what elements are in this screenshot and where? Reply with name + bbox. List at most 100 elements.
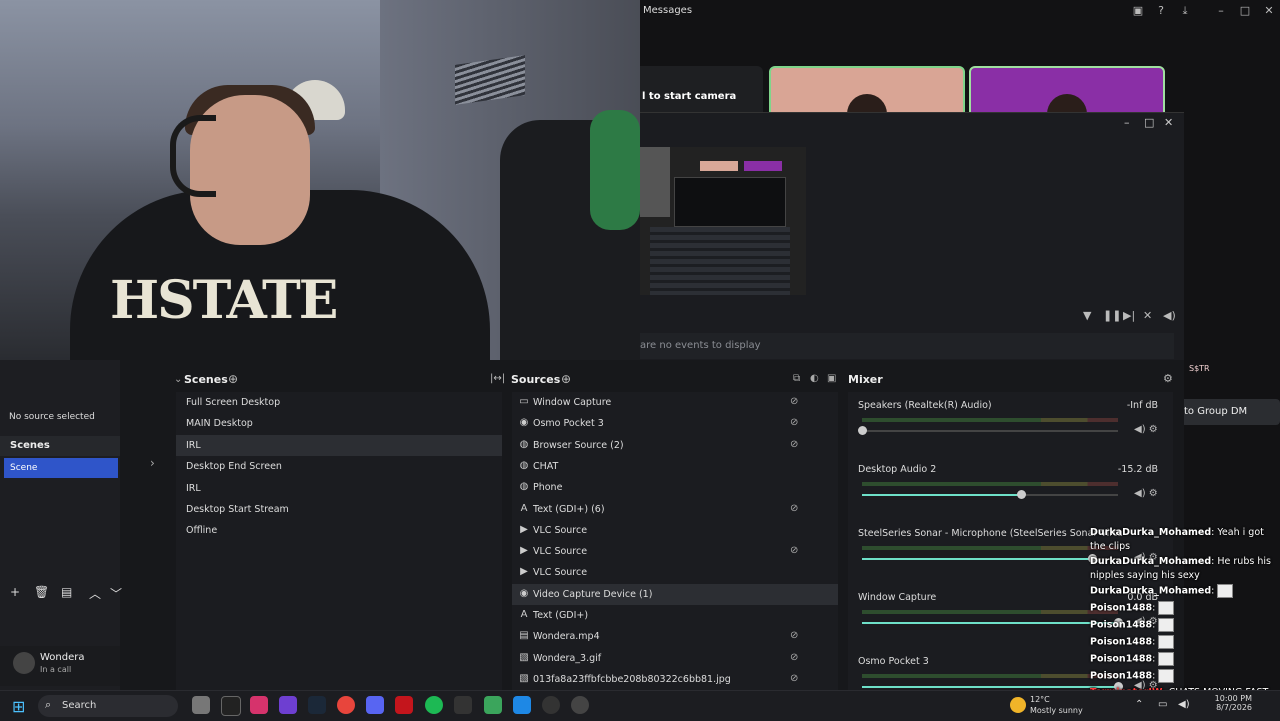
scene-item-label: Scene — [10, 463, 38, 473]
source-item[interactable]: ◍ CHAT — [512, 456, 838, 477]
source-item[interactable]: ▶ VLC Source — [512, 520, 838, 541]
pause-icon[interactable]: ❚❚ — [1103, 309, 1121, 322]
scene-item[interactable]: IRL — [176, 434, 502, 456]
scene-item[interactable]: Full Screen Desktop — [176, 392, 502, 413]
visibility-hidden-icon[interactable]: ⊘ — [790, 673, 798, 684]
obs-icon[interactable] — [571, 696, 589, 714]
folder-icon[interactable]: ▣ — [827, 373, 836, 384]
close-icon[interactable]: ✕ — [1262, 4, 1276, 18]
chrome-icon[interactable] — [337, 696, 355, 714]
discord-icon[interactable] — [366, 696, 384, 714]
volume-icon[interactable]: ◀) — [1163, 309, 1176, 322]
app-icon[interactable] — [454, 696, 472, 714]
scene-item[interactable]: IRL — [176, 478, 502, 499]
minimize-icon[interactable]: – — [1124, 116, 1130, 129]
filter-icon[interactable]: ▼ — [1083, 309, 1091, 322]
source-item[interactable]: ▧ 013fa8a23ffbfcbbe208b80322c6bb81.jpg ⊘ — [512, 669, 838, 690]
channel-controls[interactable]: ◀) ⚙ — [1134, 424, 1158, 435]
visibility-hidden-icon[interactable]: ⊘ — [790, 545, 798, 556]
collapse-icon[interactable]: ⌄ — [174, 374, 182, 385]
scene-item-selected[interactable]: Scene — [4, 458, 118, 478]
app-icon[interactable] — [395, 696, 413, 714]
preview-canvas[interactable] — [640, 147, 806, 295]
gear-icon[interactable]: ⚙ — [1163, 372, 1173, 385]
scene-item[interactable]: Offline — [176, 520, 502, 541]
globe-icon: ◍ — [519, 459, 529, 471]
scene-item[interactable]: MAIN Desktop — [176, 413, 502, 434]
windows-start-icon[interactable]: ⊞ — [12, 697, 25, 716]
source-item[interactable]: ◍ Browser Source (2) ⊘ — [512, 435, 838, 456]
app-icon[interactable] — [484, 696, 502, 714]
instagram-icon[interactable] — [250, 696, 268, 714]
steam-icon[interactable] — [308, 696, 326, 714]
up-arrow-icon[interactable]: ︿ — [89, 585, 101, 602]
trash-icon[interactable]: 🗑 — [34, 585, 49, 599]
source-item[interactable]: ◍ Phone — [512, 477, 838, 498]
maximize-icon[interactable]: □ — [1238, 4, 1252, 18]
chat-message: Poison1488: — [1090, 669, 1278, 684]
source-item[interactable]: ◉ Video Capture Device (1) — [512, 583, 838, 605]
taskbar: ⊞ ⌕ Search 12°C Mostly sunny ⌃ ▭ ◀) 10:0… — [0, 690, 1280, 721]
add-scene-icon[interactable]: ⊕ — [228, 372, 238, 386]
user-panel[interactable]: Wondera In a call — [0, 646, 120, 686]
scene-item[interactable]: Desktop End Screen — [176, 456, 502, 477]
volume-slider[interactable] — [862, 490, 1118, 499]
visibility-hidden-icon[interactable]: ⊘ — [790, 503, 798, 514]
source-filters-icon[interactable]: ◐ — [810, 373, 819, 384]
volume-slider[interactable] — [862, 554, 1118, 563]
task-view-icon[interactable] — [192, 696, 210, 714]
source-item[interactable]: ◉ Osmo Pocket 3 ⊘ — [512, 413, 838, 434]
visibility-hidden-icon[interactable]: ⊘ — [790, 396, 798, 407]
channel-controls[interactable]: ◀) ⚙ — [1134, 488, 1158, 499]
app-icon[interactable] — [542, 696, 560, 714]
filter-panel-icon[interactable]: ▤ — [61, 585, 72, 599]
volume-slider[interactable] — [862, 618, 1123, 627]
volume-icon[interactable]: ◀) — [1178, 699, 1190, 710]
mute-icon[interactable]: ✕ — [1143, 309, 1152, 322]
volume-slider[interactable] — [862, 682, 1123, 690]
source-item[interactable]: ▧ Wondera_3.gif ⊘ — [512, 648, 838, 669]
chevron-right-icon[interactable]: › — [150, 456, 155, 470]
epic-games-icon[interactable] — [221, 696, 241, 716]
sources-list: ▭ Window Capture ⊘ ◉ Osmo Pocket 3 ⊘ ◍ Browser … — [512, 392, 838, 690]
scenes-list: Full Screen Desktop MAIN Desktop IRL Deskto… — [176, 392, 502, 690]
spotify-icon[interactable] — [425, 696, 443, 714]
source-item-label: Video Capture Device (1) — [533, 588, 653, 600]
tray-chevron-icon[interactable]: ⌃ — [1135, 699, 1143, 710]
app-icon[interactable] — [513, 696, 531, 714]
call-tile[interactable]: l to start camera — [640, 66, 763, 118]
help-icon[interactable]: ? — [1154, 4, 1168, 18]
clock-time: 10:00 PM — [1214, 694, 1252, 703]
slider-handle[interactable] — [1016, 490, 1026, 499]
events-list: are no events to display — [640, 333, 1174, 359]
add-icon[interactable]: + — [10, 585, 20, 599]
visibility-hidden-icon[interactable]: ⊘ — [790, 417, 798, 428]
skip-icon[interactable]: ▶| — [1123, 309, 1135, 322]
scene-item[interactable]: Desktop Start Stream — [176, 499, 502, 520]
camera-icon: ◉ — [519, 587, 529, 599]
taskbar-search[interactable]: ⌕ Search — [38, 695, 178, 717]
down-arrow-icon[interactable]: ﹀ — [110, 585, 122, 602]
source-item[interactable]: ▭ Window Capture ⊘ — [512, 392, 838, 413]
source-item[interactable]: ▶ VLC Source — [512, 562, 838, 583]
minimize-icon[interactable]: – — [1214, 4, 1228, 18]
transition-icon[interactable]: |↔| — [490, 373, 505, 384]
source-item[interactable]: A Text (GDI+) — [512, 605, 838, 626]
source-item[interactable]: ▶ VLC Source ⊘ — [512, 541, 838, 562]
download-icon[interactable]: ⤓ — [1178, 4, 1192, 18]
clock[interactable]: 10:00 PM 8/7/2026 — [1210, 694, 1252, 712]
source-item[interactable]: A Text (GDI+) (6) ⊘ — [512, 499, 838, 520]
volume-slider[interactable] — [858, 426, 1118, 435]
network-icon[interactable]: ▭ — [1158, 699, 1167, 710]
source-item[interactable]: ▤ Wondera.mp4 ⊘ — [512, 626, 838, 647]
close-icon[interactable]: ✕ — [1164, 116, 1173, 129]
visibility-hidden-icon[interactable]: ⊘ — [790, 652, 798, 663]
slider-handle[interactable] — [858, 426, 867, 435]
inbox-icon[interactable]: ▣ — [1131, 4, 1145, 18]
visibility-hidden-icon[interactable]: ⊘ — [790, 439, 798, 450]
add-source-icon[interactable]: ⊕ — [561, 372, 571, 386]
app-icon[interactable] — [279, 696, 297, 714]
source-properties-icon[interactable]: ⧉ — [793, 373, 800, 384]
visibility-hidden-icon[interactable]: ⊘ — [790, 630, 798, 641]
maximize-icon[interactable]: □ — [1144, 116, 1154, 129]
